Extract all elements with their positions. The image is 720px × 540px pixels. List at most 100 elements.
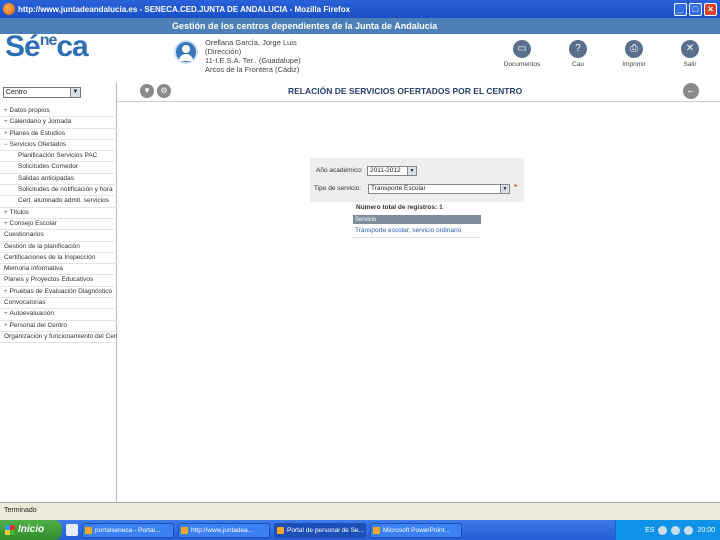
sidebar-menu-item[interactable]: − Servicios Ofertados xyxy=(0,140,117,152)
sidebar-menu-label: Pruebas de Evaluación Diagnóstico xyxy=(9,287,113,295)
sidebar-menu-label: Certificaciones de la Inspección xyxy=(4,253,96,261)
back-arrow-icon[interactable]: ← xyxy=(683,83,699,99)
sidebar-menu-item[interactable]: Gestión de la planificación xyxy=(0,242,117,253)
sidebar-menu-label: Memoria informativa xyxy=(4,265,63,273)
sidebar-menu-item[interactable]: + Planes de Estudios xyxy=(0,129,117,140)
sidebar-menu-label: Planificación Servicios PAC xyxy=(18,152,98,160)
taskbar-item[interactable]: http://www.juntadea... xyxy=(178,522,270,538)
system-tray: ES 20:00 xyxy=(615,520,720,540)
sidebar: Centro ▼ + Datos propios + Calendario y Jor… xyxy=(0,82,117,502)
sidebar-menu-item[interactable]: Planificación Servicios PAC xyxy=(0,151,117,163)
tray-icon[interactable] xyxy=(658,525,668,535)
user-avatar-icon xyxy=(174,40,198,64)
firefox-icon xyxy=(3,3,15,15)
sidebar-menu-label: Autoevaluación xyxy=(9,310,54,318)
sidebar-menu-label: Organización y funcionamiento del Centro xyxy=(4,332,117,340)
tray-icon[interactable] xyxy=(684,525,694,535)
sidebar-menu-item[interactable]: Cuestionarios xyxy=(0,230,117,242)
services-table: Servicio Transporte escolar, servicio or… xyxy=(353,215,481,238)
sidebar-menu-item[interactable]: + Títulos xyxy=(0,208,117,219)
sidebar-menu-label: Gestión de la planificación xyxy=(4,242,80,250)
language-indicator[interactable]: ES xyxy=(645,527,654,534)
sidebar-menu-label: Servicios Ofertados xyxy=(9,140,67,148)
close-button[interactable]: × xyxy=(704,2,717,16)
maximize-button[interactable]: □ xyxy=(689,2,702,16)
sidebar-menu-item[interactable]: + Personal del Centro xyxy=(0,321,117,332)
quicklaunch-icon[interactable] xyxy=(66,524,78,536)
page-title: RELACIÓN DE SERVICIOS OFERTADOS POR EL C… xyxy=(288,86,523,96)
tray-icon[interactable] xyxy=(671,525,681,535)
expand-icon: + xyxy=(4,322,8,329)
chevron-down-icon: ▼ xyxy=(407,167,416,175)
sidebar-menu-item[interactable]: Cert. alumnado admit. servicios xyxy=(0,196,117,208)
sidebar-menu-label: Personal del Centro xyxy=(9,321,67,329)
status-text: Terminado xyxy=(4,507,37,514)
documents-button[interactable]: ▭ Documentos xyxy=(502,40,542,68)
expand-icon: + xyxy=(4,108,8,114)
start-button[interactable]: Inicio xyxy=(0,520,62,540)
sidebar-menu-label: Solicitudes Comedor xyxy=(18,163,78,171)
cau-button[interactable]: ? Cau xyxy=(558,40,598,68)
browser-status-bar: Terminado xyxy=(0,502,720,520)
user-center: 11-I.E.S.A. Ter.. (Guadalupe) xyxy=(205,56,301,65)
sidebar-menu-item[interactable]: Organización y funcionamiento del Centro xyxy=(0,332,117,344)
sidebar-menu: + Datos propios + Calendario y Jornada + Plan… xyxy=(0,106,117,344)
window-title: http://www.juntadeandalucia.es - SENECA.… xyxy=(18,4,351,14)
user-info: Orellana García, Jorge Luis (Dirección) … xyxy=(205,38,301,74)
year-label: Año académico: xyxy=(316,167,363,174)
sidebar-menu-item[interactable]: Convocatorias xyxy=(0,298,117,310)
sidebar-menu-item[interactable]: Solicitudes de notificación y hora xyxy=(0,185,117,197)
taskbar-item[interactable]: Microsoft PowerPoint... xyxy=(370,522,462,538)
collapse-icon: − xyxy=(4,141,8,148)
sidebar-menu-item[interactable]: + Calendario y Jornada xyxy=(0,117,117,129)
sidebar-menu-item[interactable]: Planes y Proyectos Educativos xyxy=(0,275,117,287)
sidebar-menu-item[interactable]: + Pruebas de Evaluación Diagnóstico xyxy=(0,287,117,299)
sidebar-menu-label: Planes de Estudios xyxy=(9,129,66,137)
chevron-down-icon: ▼ xyxy=(500,185,509,193)
sidebar-menu-label: Calendario y Jornada xyxy=(9,118,72,126)
sidebar-menu-label: Salidas anticipadas xyxy=(18,174,75,182)
print-button[interactable]: ⎙ Imprimir xyxy=(614,40,654,68)
documents-icon: ▭ xyxy=(513,40,531,58)
user-location: Arcos de la Frontera (Cádiz) xyxy=(205,65,300,74)
expand-icon: + xyxy=(4,130,8,137)
minimize-button[interactable]: _ xyxy=(674,2,687,16)
sidebar-menu-item[interactable]: + Consejo Escolar xyxy=(0,219,117,231)
exit-button[interactable]: ✕ Salir xyxy=(670,40,710,68)
sidebar-menu-item[interactable]: + Datos propios xyxy=(0,106,117,118)
user-role: (Dirección) xyxy=(205,47,242,56)
sidebar-menu-item[interactable]: Certificaciones de la Inspección xyxy=(0,253,117,265)
app-header: Gestión de los centros dependientes de l… xyxy=(0,18,720,78)
windows-taskbar: Inicio portalseneca - Portal... http://w… xyxy=(0,520,720,540)
taskbar-item[interactable]: Portal de personal de Se... xyxy=(274,522,366,538)
year-select[interactable]: 2011-2012 ▼ xyxy=(367,166,417,176)
collapse-menu-icon[interactable]: ▼ xyxy=(140,84,154,98)
sidebar-menu-item[interactable]: Solicitudes Comedor xyxy=(0,162,117,174)
header-actions: ▭ Documentos ? Cau ⎙ Imprimir ✕ Salir xyxy=(502,40,710,68)
service-cell[interactable]: Transporte escolar, servicio ordinario xyxy=(353,224,481,238)
sidebar-menu-item[interactable]: Salidas anticipadas xyxy=(0,174,117,186)
tools-icon[interactable]: ⚙ xyxy=(157,84,171,98)
sidebar-menu-label: Convocatorias xyxy=(4,299,46,307)
sidebar-menu-label: Consejo Escolar xyxy=(9,219,57,227)
sidebar-menu-label: Cuestionarios xyxy=(4,231,44,239)
print-icon: ⎙ xyxy=(625,40,643,58)
taskbar-item[interactable]: portalseneca - Portal... xyxy=(82,522,174,538)
exit-icon: ✕ xyxy=(681,40,699,58)
service-type-select[interactable]: Transporte Escolar ▼ xyxy=(368,184,510,194)
window-controls: _ □ × xyxy=(674,2,717,16)
user-name: Orellana García, Jorge Luis xyxy=(205,38,297,47)
sidebar-menu-item[interactable]: Memoria informativa xyxy=(0,264,117,276)
expand-icon: + xyxy=(4,119,8,126)
sidebar-menu-label: Cert. alumnado admit. servicios xyxy=(18,197,110,205)
help-icon: ? xyxy=(569,40,587,58)
sidebar-menu-item[interactable]: + Autoevaluación xyxy=(0,309,117,321)
chevron-down-icon: ▼ xyxy=(70,88,80,97)
column-header-service: Servicio xyxy=(353,215,481,224)
expand-icon: + xyxy=(4,220,8,227)
browser-title-bar: http://www.juntadeandalucia.es - SENECA.… xyxy=(0,0,720,18)
centro-select[interactable]: Centro ▼ xyxy=(3,87,81,98)
required-mark: * xyxy=(514,183,518,192)
filter-panel: Año académico: 2011-2012 ▼ Tipo de servi… xyxy=(310,158,524,202)
table-row[interactable]: Transporte escolar, servicio ordinario xyxy=(353,224,481,238)
